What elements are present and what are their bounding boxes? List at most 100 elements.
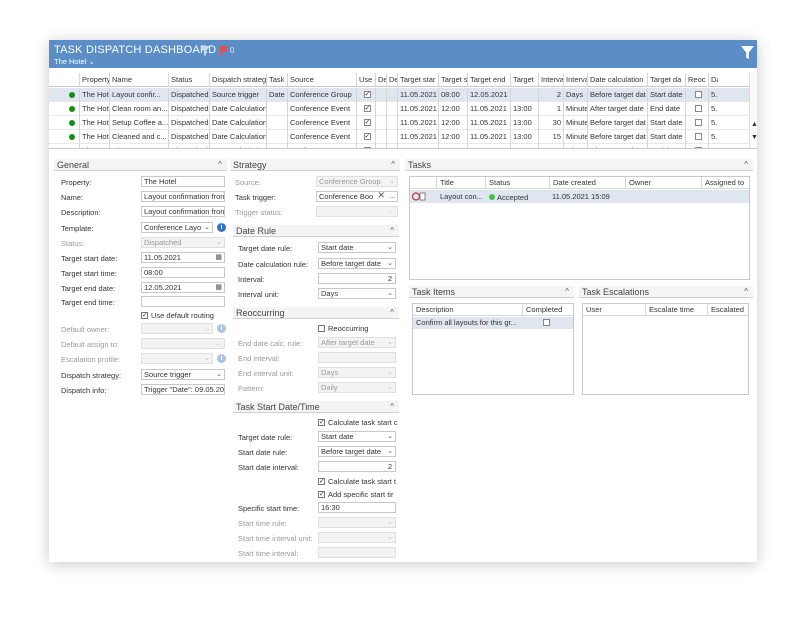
grid-checkbox[interactable]: ✓ [363,147,371,148]
grid-checkbox[interactable] [694,147,702,148]
template-select[interactable]: Conference Layo ⌄ [141,222,213,233]
scroll-up-icon[interactable]: ▲ [751,121,757,128]
start-date-interval-input[interactable]: 2 [318,461,396,472]
table-row[interactable]: The HotelCleaned and c...DispatchedDate … [49,130,749,144]
table-row[interactable]: The HotelLayout confir...DispatchedSourc… [49,88,749,102]
checkbox-box[interactable] [318,324,325,332]
checkbox-box[interactable]: ✓ [318,477,325,485]
target-start-date-input[interactable]: 11.05.2021 ▦ [141,252,225,263]
grid-col-header[interactable]: De [386,73,397,87]
specific-start-time-input[interactable]: 16:30 [318,502,396,513]
grid-col-header[interactable]: Target [510,73,538,87]
grid-checkbox[interactable] [694,91,702,99]
name-input[interactable]: Layout confirmation fron [141,191,225,202]
grid-col-header[interactable]: Task [266,73,287,87]
ts-target-date-rule-select[interactable]: Start date ⌄ [318,431,396,442]
col-owner[interactable]: Owner [625,177,701,189]
grid-col-header[interactable]: Property [79,73,109,87]
grid-checkbox[interactable] [694,133,702,141]
collapse-icon[interactable]: ^ [565,286,569,298]
add-specific-start-checkbox[interactable]: ✓ Add specific start tir [318,490,393,499]
grid-col-header[interactable]: Reoc [685,73,708,87]
collapse-icon[interactable]: ^ [218,159,222,171]
grid-col-header[interactable]: Interva [563,73,587,87]
collapse-icon[interactable]: ^ [390,401,394,413]
grid-col-header[interactable]: Target da [647,73,685,87]
interval-input[interactable]: 2 [318,273,396,284]
grid-col-header[interactable]: Source [287,73,356,87]
calc-start-time-checkbox[interactable]: ✓ Calculate task start t [318,477,396,486]
task-start-header[interactable]: Task Start Date/Time ^ [233,401,399,413]
grid-col-header[interactable]: Date calculation [587,73,647,87]
table-row[interactable]: The HotelClean room an...DispatchedDate … [49,102,749,116]
collapse-icon[interactable]: ^ [390,225,394,237]
task-trigger-field[interactable]: Conference Boo ✕… [316,191,398,202]
checkbox-box[interactable]: ✓ [318,418,325,426]
tasks-header[interactable]: Tasks ^ [405,159,753,171]
use-default-routing-checkbox[interactable]: ✓ Use default routing [141,311,214,320]
target-end-date-input[interactable]: 12.05.2021 ▦ [141,282,225,293]
checkbox-box[interactable]: ✓ [141,311,148,319]
property-field[interactable]: The Hotel [141,176,225,187]
completed-checkbox[interactable] [543,319,550,326]
table-row[interactable]: The HotelSetup Coffee a...DispatchedDate… [49,116,749,130]
grid-checkbox[interactable]: ✓ [363,91,371,99]
date-rule-header[interactable]: Date Rule ^ [233,225,399,237]
collapse-icon[interactable]: ^ [391,159,395,171]
table-row[interactable]: Confirm all layouts for this gr... [413,317,573,329]
col-title[interactable]: Title [436,177,485,189]
description-input[interactable]: Layout confirmation fron [141,206,225,217]
table-row[interactable]: The HotelClean room an...DispatchedDate … [49,144,749,148]
collapse-icon[interactable]: ^ [744,159,748,171]
info-icon[interactable]: i [217,223,226,232]
col-user[interactable]: User [583,304,645,316]
grid-col-header[interactable]: Status [168,73,209,87]
ellipsis-icon[interactable]: … [389,192,396,201]
grid-col-header[interactable]: Target end [467,73,510,87]
grid-checkbox[interactable]: ✓ [363,119,371,127]
grid-checkbox[interactable] [694,119,702,127]
checkbox-box[interactable]: ✓ [318,490,325,498]
table-row[interactable]: Layout con... Accepted 11.05.2021 15:09 [410,190,749,203]
target-date-rule-select[interactable]: Start date ⌄ [318,242,396,253]
target-start-time-input[interactable]: 08:00 [141,267,225,278]
general-header[interactable]: General ^ [54,159,227,171]
target-end-time-input[interactable] [141,296,225,307]
grid-col-header[interactable]: Target s [438,73,467,87]
clear-icon[interactable]: ✕ [377,192,385,200]
col-assigned-to[interactable]: Assigned to [701,177,749,189]
scroll-down-icon[interactable]: ▼ [751,134,757,141]
grid-col-header[interactable]: Target star [397,73,438,87]
col-escalated[interactable]: Escalated [707,304,748,316]
calc-start-date-checkbox[interactable]: ✓ Calculate task start c [318,418,398,427]
reoccurring-header[interactable]: Reoccurring ^ [233,307,399,319]
grid-col-header[interactable]: De [375,73,386,87]
filter-icon[interactable] [200,46,210,56]
date-calc-rule-select[interactable]: Before target date ⌄ [318,258,396,269]
collapse-icon[interactable]: ^ [390,307,394,319]
grid-col-header[interactable]: Da [708,73,718,87]
interval-unit-select[interactable]: Days ⌄ [318,288,396,299]
grid-checkbox[interactable]: ✓ [363,133,371,141]
task-items-header[interactable]: Task Items ^ [409,286,574,298]
col-date-created[interactable]: Date created [549,177,625,189]
start-date-rule-select[interactable]: Before target date ⌄ [318,446,396,457]
property-selector[interactable]: The Hotel ⌄ [54,57,95,66]
grid-col-header[interactable]: Dispatch strateg [209,73,266,87]
col-description[interactable]: Description [413,304,522,316]
grid-col-header[interactable]: Use d [356,73,375,87]
dispatch-strategy-select[interactable]: Source trigger ⌄ [141,369,225,380]
col-status[interactable]: Status [485,177,549,189]
grid-checkbox[interactable] [694,105,702,113]
strategy-header[interactable]: Strategy ^ [230,159,400,171]
col-completed[interactable]: Completed [522,304,573,316]
calendar-icon[interactable]: ▦ [215,253,222,262]
filter-large-icon[interactable] [741,46,754,59]
col-escalate-time[interactable]: Escalate time [645,304,707,316]
grid-checkbox[interactable]: ✓ [363,105,371,113]
collapse-icon[interactable]: ^ [744,286,748,298]
grid-scrollbar[interactable]: ▲ ▼ [749,73,757,148]
calendar-icon[interactable]: ▦ [215,283,222,292]
reoccurring-checkbox[interactable]: Reoccurring [318,324,368,333]
task-escalations-header[interactable]: Task Escalations ^ [579,286,753,298]
